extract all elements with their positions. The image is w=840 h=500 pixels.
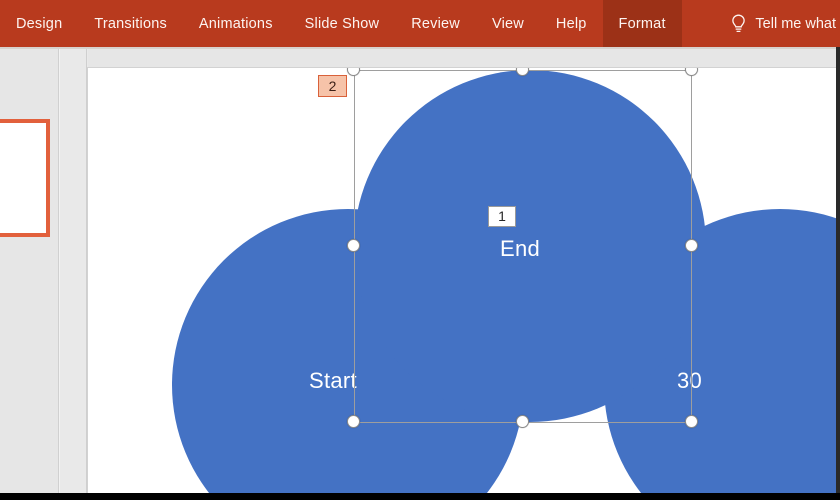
ribbon-tabs: Design Transitions Animations Slide Show… xyxy=(0,0,682,47)
ribbon-tab-design[interactable]: Design xyxy=(0,0,78,47)
ribbon-underline xyxy=(0,47,840,49)
ribbon-tab-label: Animations xyxy=(198,15,273,32)
resize-handle-bottom-center[interactable] xyxy=(516,415,529,428)
workspace-left-margin xyxy=(60,49,88,493)
shape-label-start: Start xyxy=(309,368,357,393)
ribbon-tab-label: Format xyxy=(618,15,666,32)
ribbon-tab-animations[interactable]: Animations xyxy=(183,0,289,47)
ribbon-tab-bar: Design Transitions Animations Slide Show… xyxy=(0,0,840,47)
shape-selection-frame xyxy=(347,68,698,428)
animation-order-badge-2[interactable]: 2 xyxy=(318,75,347,97)
tell-me-label: Tell me what xyxy=(755,15,836,32)
window-right-gutter xyxy=(836,47,840,493)
resize-handle-top-left[interactable] xyxy=(347,68,360,76)
slide-edge-top xyxy=(88,67,840,68)
slide-canvas[interactable]: Start 30 End 1 2 xyxy=(88,68,840,493)
resize-handle-bottom-right[interactable] xyxy=(685,415,698,428)
ribbon-tab-help[interactable]: Help xyxy=(540,0,603,47)
ribbon-tab-transitions[interactable]: Transitions xyxy=(78,0,183,47)
lightbulb-icon xyxy=(731,14,746,34)
resize-handle-middle-right[interactable] xyxy=(685,239,698,252)
ribbon-tab-label: Help xyxy=(555,15,587,32)
slide-thumbnail-selected[interactable] xyxy=(0,119,50,237)
ribbon-tab-label: Transitions xyxy=(94,15,167,32)
resize-handle-top-center[interactable] xyxy=(516,68,529,76)
ribbon-tab-review[interactable]: Review xyxy=(395,0,476,47)
slide-thumbnail-pane[interactable] xyxy=(0,49,60,493)
resize-handle-bottom-left[interactable] xyxy=(347,415,360,428)
ribbon-tab-label: Design xyxy=(16,15,63,32)
ribbon-tab-view[interactable]: View xyxy=(476,0,540,47)
resize-handle-middle-left[interactable] xyxy=(347,239,360,252)
tell-me-search[interactable]: Tell me what xyxy=(719,0,840,47)
ribbon-tab-label: Review xyxy=(411,15,460,32)
resize-handle-top-right[interactable] xyxy=(685,68,698,76)
ribbon-tab-label: Slide Show xyxy=(304,15,380,32)
ribbon-tab-label: View xyxy=(491,15,524,32)
ribbon-tab-format[interactable]: Format xyxy=(602,0,682,47)
ribbon-tab-slide-show[interactable]: Slide Show xyxy=(289,0,396,47)
slide-edge-left xyxy=(87,67,88,493)
powerpoint-window: Design Transitions Animations Slide Show… xyxy=(0,0,840,500)
window-bottom-bar xyxy=(0,493,840,500)
